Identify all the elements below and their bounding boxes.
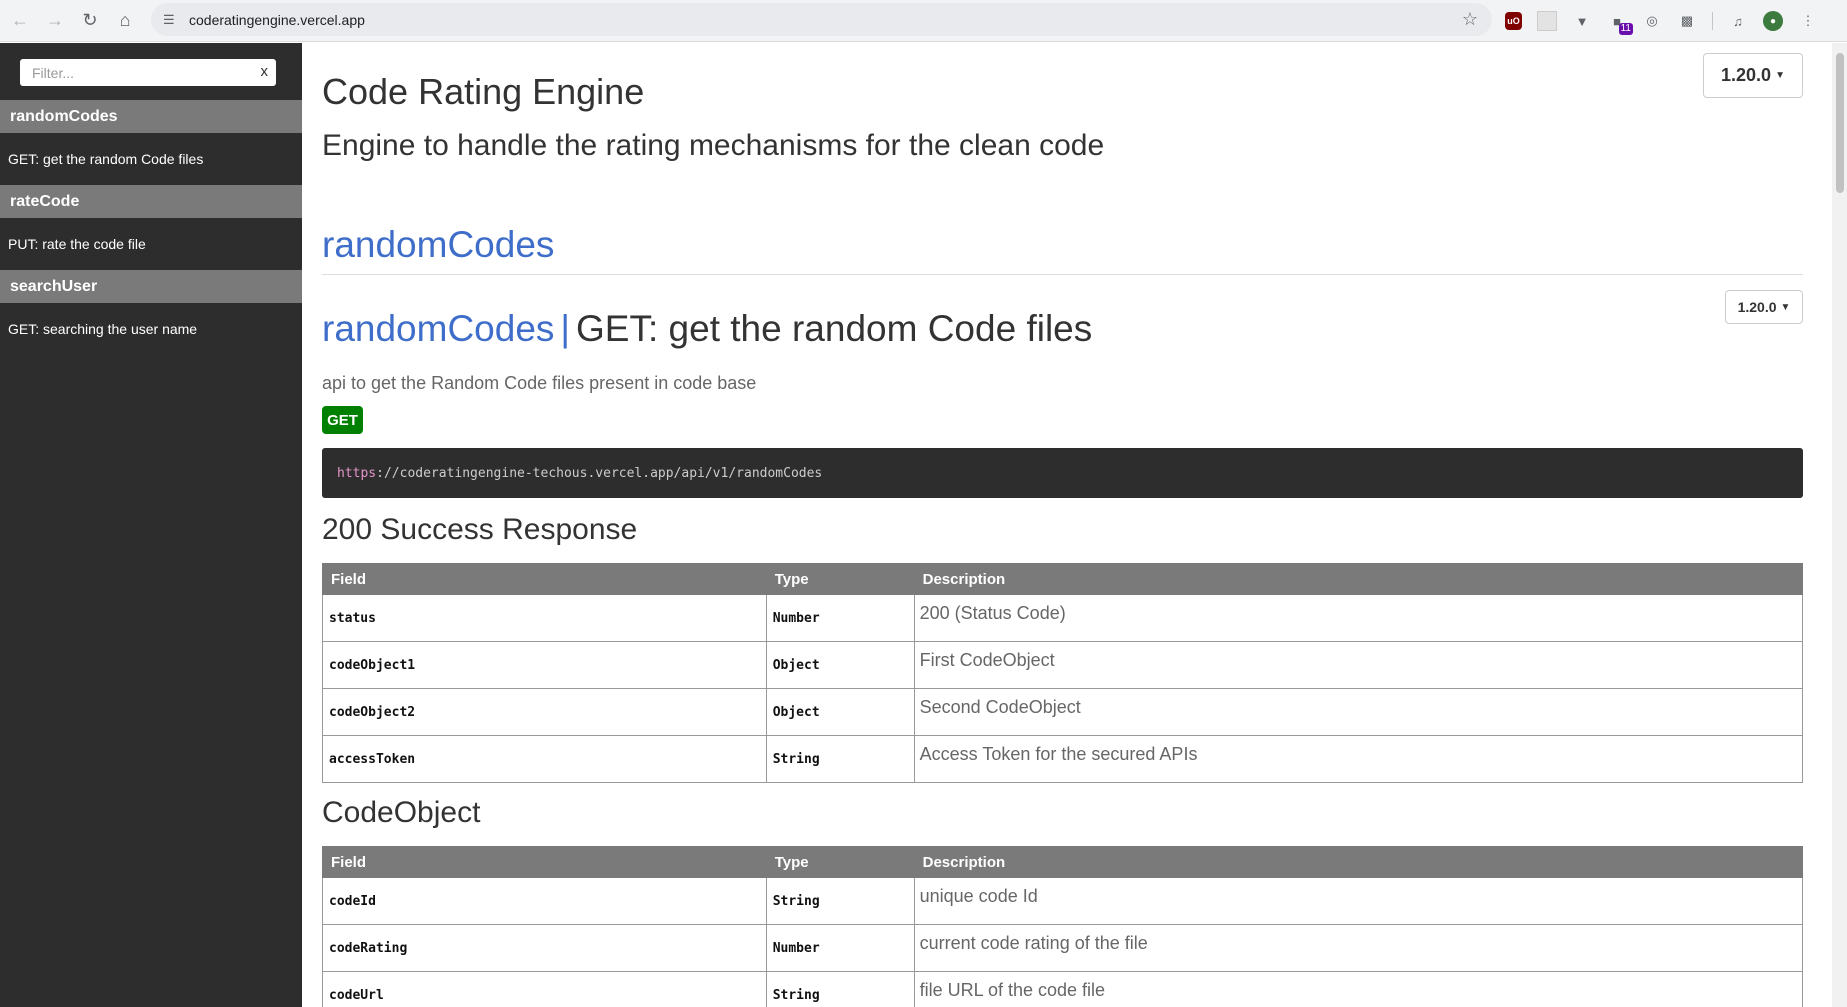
url-protocol: https <box>337 465 377 481</box>
description-cell: file URL of the code file <box>913 971 1804 1007</box>
table-row: codeId String unique code Id <box>322 877 1804 925</box>
sidebar-group-ratecode: rateCode PUT: rate the code file <box>0 185 302 270</box>
sidebar-group-randomcodes: randomCodes GET: get the random Code fil… <box>0 100 302 185</box>
extension-icon[interactable]: ◎ <box>1642 11 1662 31</box>
field-cell: codeId <box>322 877 767 925</box>
type-cell: Number <box>765 924 915 972</box>
success-response-heading: 200 Success Response <box>322 513 638 546</box>
endpoint-version-dropdown[interactable]: 1.20.0 ▼ <box>1725 290 1803 324</box>
column-header: Type <box>765 846 915 878</box>
column-header: Field <box>322 846 767 878</box>
type-cell: String <box>765 877 915 925</box>
description-cell: First CodeObject <box>913 641 1804 689</box>
table-row: codeObject1 Object First CodeObject <box>322 641 1804 689</box>
endpoint-title: randomCodes | GET: get the random Code fil… <box>322 308 1092 350</box>
table-row: codeUrl String file URL of the code file <box>322 971 1804 1007</box>
extension-badge-icon[interactable]: ■ 11 <box>1607 11 1633 35</box>
sidebar-item-rate-code[interactable]: PUT: rate the code file <box>0 218 302 270</box>
field-cell: codeUrl <box>322 971 767 1007</box>
field-cell: status <box>322 594 767 642</box>
endpoint-group-link[interactable]: randomCodes <box>322 308 554 349</box>
menu-dots-icon[interactable]: ⋮ <box>1798 11 1818 31</box>
endpoint-name: GET: get the random Code files <box>576 308 1093 349</box>
address-bar[interactable]: ☰ coderatingengine.vercel.app ☆ <box>151 3 1492 36</box>
type-cell: String <box>765 971 915 1007</box>
endpoint-description: api to get the Random Code files present… <box>322 373 757 393</box>
browser-toolbar: ← → ↻ ⌂ ☰ coderatingengine.vercel.app ☆ … <box>0 0 1847 42</box>
table-row: codeObject2 Object Second CodeObject <box>322 688 1804 736</box>
forward-icon[interactable]: → <box>40 6 70 36</box>
vue-extension-icon[interactable]: ▼ <box>1572 11 1592 31</box>
page-title: Code Rating Engine <box>322 71 645 112</box>
url-path: ://coderatingengine-techous.vercel.app/a… <box>376 465 823 481</box>
page-scrollbar[interactable] <box>1832 43 1847 1007</box>
sidebar: x randomCodes GET: get the random Code f… <box>0 43 302 1007</box>
extension-badge: 11 <box>1618 23 1633 35</box>
sidebar-group-header[interactable]: randomCodes <box>0 100 302 133</box>
field-cell: codeRating <box>322 924 767 972</box>
ublock-extension-icon[interactable]: uO <box>1505 12 1522 30</box>
table-header-row: Field Type Description <box>322 563 1804 595</box>
extensions-area: uO ▼ ■ 11 ◎ ▩ ♫ ● ⋮ <box>1505 6 1833 36</box>
sidebar-group-header[interactable]: rateCode <box>0 185 302 218</box>
filter-clear-button[interactable]: x <box>261 63 269 80</box>
profile-avatar[interactable]: ● <box>1763 11 1783 31</box>
caret-down-icon: ▼ <box>1775 70 1785 81</box>
field-cell: codeObject1 <box>322 641 767 689</box>
version-dropdown[interactable]: 1.20.0 ▼ <box>1703 53 1803 98</box>
media-control-icon[interactable]: ♫ <box>1728 11 1748 31</box>
type-cell: String <box>765 735 915 783</box>
title-separator: | <box>560 308 571 349</box>
type-cell: Object <box>765 641 915 689</box>
success-response-table: Field Type Description status Number 200… <box>322 563 1804 783</box>
description-cell: Access Token for the secured APIs <box>913 735 1804 783</box>
page-description: Engine to handle the rating mechanisms f… <box>322 129 1105 162</box>
codeobject-heading: CodeObject <box>322 796 481 829</box>
sidebar-item-get-random-code[interactable]: GET: get the random Code files <box>0 133 302 185</box>
endpoint-url: https://coderatingengine-techous.vercel.… <box>322 448 1803 498</box>
table-row: accessToken String Access Token for the … <box>322 735 1804 783</box>
bookmark-star-icon[interactable]: ☆ <box>1462 9 1478 30</box>
caret-down-icon: ▼ <box>1780 301 1791 313</box>
section-title[interactable]: randomCodes <box>322 224 554 266</box>
sidebar-item-search-user[interactable]: GET: searching the user name <box>0 303 302 355</box>
column-header: Description <box>913 563 1804 595</box>
description-cell: current code rating of the file <box>913 924 1804 972</box>
column-header: Field <box>322 563 767 595</box>
field-cell: accessToken <box>322 735 767 783</box>
column-header: Description <box>913 846 1804 878</box>
table-header-row: Field Type Description <box>322 846 1804 878</box>
table-row: status Number 200 (Status Code) <box>322 594 1804 642</box>
site-info-icon[interactable]: ☰ <box>163 12 183 28</box>
method-badge: GET <box>322 406 363 434</box>
type-cell: Number <box>765 594 915 642</box>
version-label: 1.20.0 <box>1737 299 1777 315</box>
description-cell: unique code Id <box>913 877 1804 925</box>
codeobject-table: Field Type Description codeId String uni… <box>322 846 1804 1007</box>
version-label: 1.20.0 <box>1721 65 1772 85</box>
puzzle-icon[interactable]: ▩ <box>1677 11 1697 31</box>
extension-icon[interactable] <box>1537 11 1557 31</box>
address-text[interactable]: coderatingengine.vercel.app <box>189 12 365 28</box>
type-cell: Object <box>765 688 915 736</box>
sidebar-group-header[interactable]: searchUser <box>0 270 302 303</box>
main-content: Code Rating Engine Engine to handle the … <box>302 43 1830 1007</box>
column-header: Type <box>765 563 915 595</box>
description-cell: Second CodeObject <box>913 688 1804 736</box>
scrollbar-thumb[interactable] <box>1836 53 1844 193</box>
section-divider <box>322 274 1803 275</box>
back-icon[interactable]: ← <box>5 6 35 36</box>
field-cell: codeObject2 <box>322 688 767 736</box>
home-icon[interactable]: ⌂ <box>110 6 140 36</box>
table-row: codeRating Number current code rating of… <box>322 924 1804 972</box>
filter-box: x <box>20 59 276 86</box>
toolbar-divider <box>1712 12 1713 30</box>
filter-input[interactable] <box>32 64 257 81</box>
reload-icon[interactable]: ↻ <box>75 6 105 36</box>
description-cell: 200 (Status Code) <box>913 594 1804 642</box>
sidebar-group-searchuser: searchUser GET: searching the user name <box>0 270 302 355</box>
